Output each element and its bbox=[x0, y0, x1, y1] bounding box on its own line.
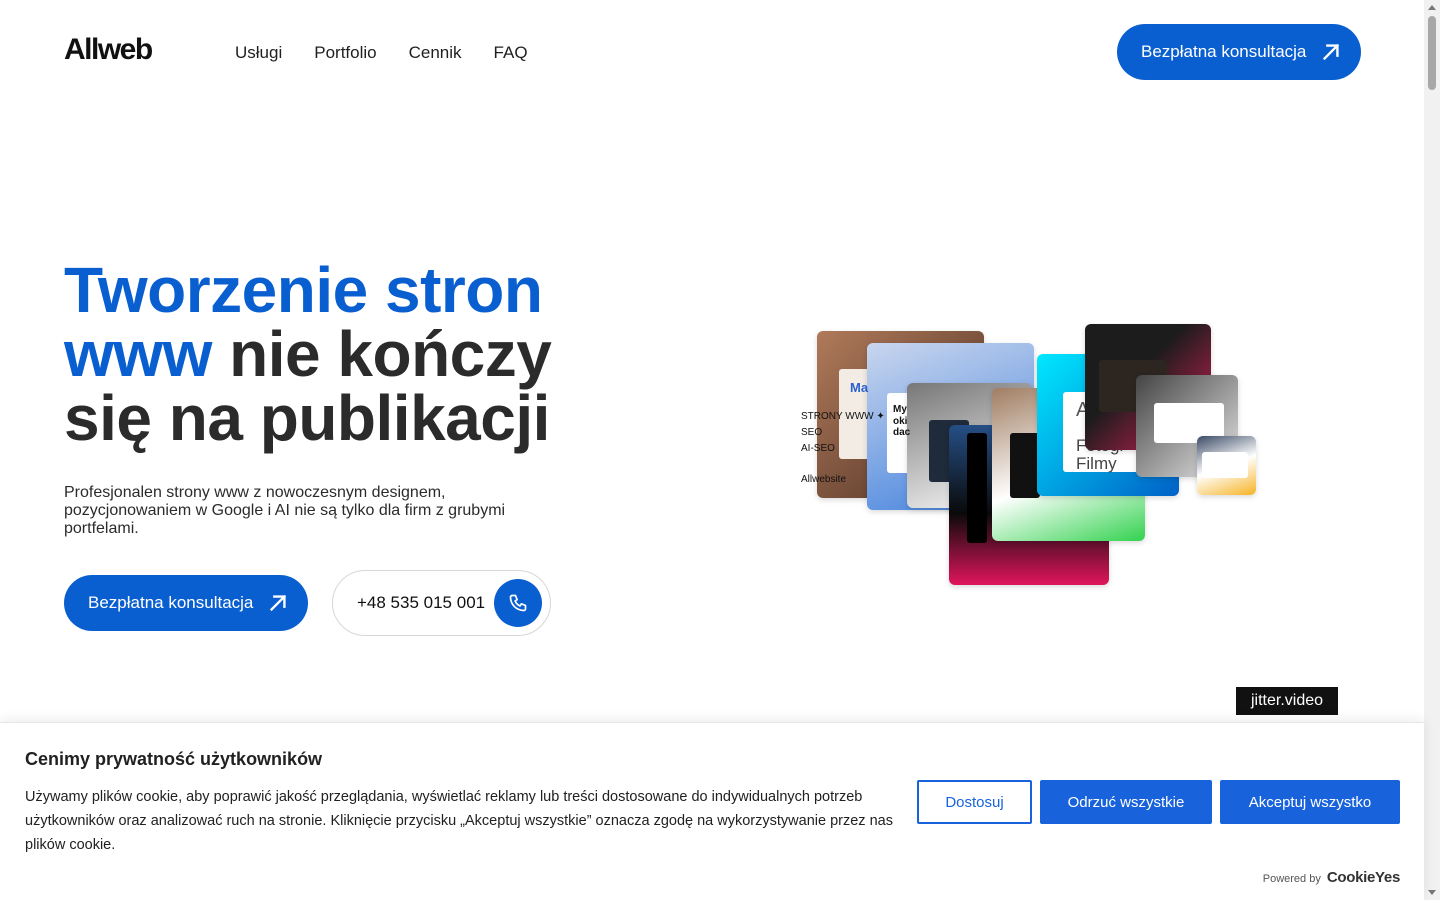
cookie-title: Cenimy prywatność użytkowników bbox=[25, 749, 323, 769]
arrow-up-right-icon bbox=[1323, 43, 1340, 61]
cookie-banner: Cenimy prywatność użytkowników Używamy p… bbox=[0, 722, 1424, 900]
page-scrollbar[interactable] bbox=[1424, 0, 1440, 900]
cookie-text: Używamy plików cookie, aby poprawić jako… bbox=[25, 789, 893, 853]
collage-line-seo: SEO bbox=[801, 427, 823, 438]
hero-title-accent-1: Tworzenie stron bbox=[64, 254, 543, 326]
phone-button[interactable]: +48 535 015 001 bbox=[332, 570, 551, 636]
scroll-down-arrow-icon[interactable] bbox=[1428, 890, 1436, 895]
collage-services: STRONY WWW ✦ SEO AI-SEO bbox=[801, 409, 885, 457]
scroll-thumb[interactable] bbox=[1428, 16, 1436, 90]
arrow-up-right-icon bbox=[270, 594, 287, 612]
cookie-powered-by[interactable]: Powered by CookieYes bbox=[1262, 869, 1401, 886]
collage-snippet: dac bbox=[893, 427, 911, 438]
scroll-up-arrow-icon[interactable] bbox=[1428, 5, 1436, 10]
hero-title-accent-2: www bbox=[64, 318, 212, 390]
hero-title-rest-1: nie kończy bbox=[211, 318, 552, 390]
cookie-customize-button[interactable]: Dostosuj bbox=[917, 780, 1032, 824]
collage-card bbox=[1197, 436, 1256, 495]
collage-line-ai-seo: AI-SEO bbox=[801, 443, 835, 454]
hero-subtitle: Profesjonalen strony www z nowoczesnym d… bbox=[64, 484, 506, 537]
cookie-accept-button[interactable]: Akceptuj wszystko bbox=[1220, 780, 1400, 824]
logo[interactable]: Allweb bbox=[64, 33, 153, 67]
collage-snippet: Ma bbox=[850, 380, 869, 395]
cookieyes-logo: CookieYes bbox=[1326, 869, 1400, 886]
hero-consultation-label: Bezpłatna konsultacja bbox=[88, 593, 254, 612]
jitter-watermark[interactable]: jitter.video bbox=[1236, 687, 1338, 715]
phone-icon bbox=[494, 579, 542, 627]
hero-consultation-button[interactable]: Bezpłatna konsultacja bbox=[64, 575, 308, 631]
powered-by-label: Powered by bbox=[1262, 873, 1321, 885]
hero-title: Tworzenie stron www nie kończy się na publ… bbox=[64, 258, 624, 450]
portfolio-collage: Ma My oki dac A Fotogr Filmy STRONY WWW … bbox=[790, 310, 1270, 600]
nav-item-uslugi[interactable]: Usługi bbox=[235, 43, 282, 63]
nav-item-portfolio[interactable]: Portfolio bbox=[314, 43, 376, 63]
collage-snippet: Filmy bbox=[1076, 454, 1117, 473]
collage-brand: Allwebsite bbox=[801, 474, 847, 485]
nav-item-faq[interactable]: FAQ bbox=[494, 43, 528, 63]
nav-item-cennik[interactable]: Cennik bbox=[409, 43, 462, 63]
phone-number: +48 535 015 001 bbox=[357, 593, 486, 612]
header-consultation-label: Bezpłatna konsultacja bbox=[1141, 42, 1307, 61]
collage-line-www: STRONY WWW ✦ bbox=[801, 411, 885, 422]
main-nav: Usługi Portfolio Cennik FAQ bbox=[235, 43, 528, 63]
site-header: Allweb Usługi Portfolio Cennik FAQ Bezpł… bbox=[0, 0, 1424, 104]
hero-title-rest-2: się na publikacji bbox=[64, 382, 550, 454]
header-consultation-button[interactable]: Bezpłatna konsultacja bbox=[1117, 24, 1361, 80]
cookie-reject-button[interactable]: Odrzuć wszystkie bbox=[1040, 780, 1212, 824]
